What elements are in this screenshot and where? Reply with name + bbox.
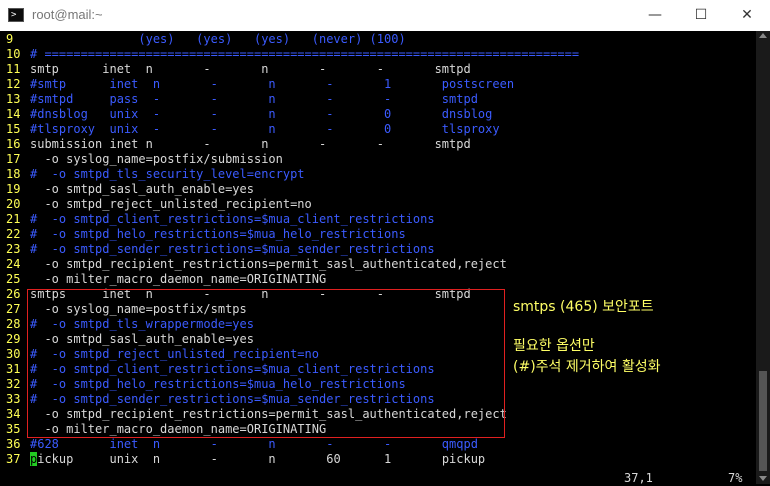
line-text: #628 inet n - n - - qmqpd <box>30 437 478 451</box>
terminal-line: 23 # -o smtpd_sender_restrictions=$mua_se… <box>0 242 756 257</box>
annotation-title: smtps (465) 보안포트 <box>513 299 654 315</box>
line-number: 37 <box>6 452 21 466</box>
terminal-line: 16 submission inet n - n - - smtpd <box>0 137 756 152</box>
terminal-line: 24 -o smtpd_recipient_restrictions=permi… <box>0 257 756 272</box>
vertical-scrollbar[interactable] <box>756 31 770 484</box>
terminal-line: 18 # -o smtpd_tls_security_level=encrypt <box>0 167 756 182</box>
line-number: 20 <box>6 197 21 211</box>
line-number: 19 <box>6 182 21 196</box>
line-number: 15 <box>6 122 21 136</box>
terminal-line: 28 # -o smtpd_tls_wrappermode=yes <box>0 317 756 332</box>
line-number: 30 <box>6 347 21 361</box>
line-text: # -o smtpd_client_restrictions=$mua_clie… <box>30 362 435 376</box>
line-number: 36 <box>6 437 21 451</box>
terminal-content[interactable]: 37,1 7% 9 (yes) (yes) (yes) (never) (100… <box>0 31 756 485</box>
line-number: 10 <box>6 47 21 61</box>
terminal-line: 34 -o smtpd_recipient_restrictions=permi… <box>0 407 756 422</box>
terminal-line: 13 #smtpd pass - - n - - smtpd <box>0 92 756 107</box>
terminal-line: 32 # -o smtpd_helo_restrictions=$mua_helo… <box>0 377 756 392</box>
terminal-line: 21 # -o smtpd_client_restrictions=$mua_cl… <box>0 212 756 227</box>
line-number: 12 <box>6 77 21 91</box>
line-number: 16 <box>6 137 21 151</box>
maximize-button[interactable]: ☐ <box>678 0 724 31</box>
terminal-window: > root@mail:~ — ☐ ✕ 37,1 7% 9 (yes) (yes… <box>0 0 770 485</box>
line-number: 25 <box>6 272 21 286</box>
line-number: 34 <box>6 407 21 421</box>
line-number: 18 <box>6 167 21 181</box>
terminal-line: 37 pickup unix n - n 60 1 pickup <box>0 452 756 467</box>
line-text: #smtpd pass - - n - - smtpd <box>30 92 478 106</box>
line-text: # -o smtpd_sender_restrictions=$mua_send… <box>30 392 435 406</box>
terminal-line: 36 #628 inet n - n - - qmqpd <box>0 437 756 452</box>
line-text: -o smtpd_recipient_restrictions=permit_s… <box>30 407 507 421</box>
line-number: 24 <box>6 257 21 271</box>
line-number: 33 <box>6 392 21 406</box>
terminal-line: 17 -o syslog_name=postfix/submission <box>0 152 756 167</box>
line-number: 21 <box>6 212 21 226</box>
line-number: 35 <box>6 422 21 436</box>
line-text: # -o smtpd_sender_restrictions=$mua_send… <box>30 242 435 256</box>
terminal-line: 33 # -o smtpd_sender_restrictions=$mua_se… <box>0 392 756 407</box>
title-bar[interactable]: > root@mail:~ — ☐ ✕ <box>0 0 770 32</box>
terminal-line: 20 -o smtpd_reject_unlisted_recipient=no <box>0 197 756 212</box>
line-text: # -o smtpd_tls_security_level=encrypt <box>30 167 305 181</box>
terminal-line: 11 smtp inet n - n - - smtpd <box>0 62 756 77</box>
annotation-line-3: (#)주석 제거하여 활성화 <box>513 359 661 375</box>
annotation-line-2: 필요한 옵션만 <box>513 338 595 354</box>
terminal-icon: > <box>8 8 24 22</box>
scroll-up-icon[interactable] <box>759 33 767 38</box>
line-number: 23 <box>6 242 21 256</box>
line-text: # -o smtpd_client_restrictions=$mua_clie… <box>30 212 435 226</box>
line-text: (yes) (yes) (yes) (never) (100) <box>30 32 406 46</box>
line-text: # -o smtpd_reject_unlisted_recipient=no <box>30 347 319 361</box>
minimize-button[interactable]: — <box>632 0 678 31</box>
line-text: -o smtpd_recipient_restrictions=permit_s… <box>30 257 507 271</box>
line-number: 28 <box>6 317 21 331</box>
line-text: smtps inet n - n - - smtpd <box>30 287 471 301</box>
line-text: -o syslog_name=postfix/smtps <box>30 302 247 316</box>
scrollbar-thumb[interactable] <box>759 371 767 471</box>
line-text: # -o smtpd_helo_restrictions=$mua_helo_r… <box>30 227 406 241</box>
line-text: -o smtpd_sasl_auth_enable=yes <box>30 182 254 196</box>
line-number: 31 <box>6 362 21 376</box>
line-number: 29 <box>6 332 21 346</box>
terminal-line: 14 #dnsblog unix - - n - 0 dnsblog <box>0 107 756 122</box>
line-number: 9 <box>6 32 14 46</box>
line-text: -o syslog_name=postfix/submission <box>30 152 283 166</box>
line-text: smtp inet n - n - - smtpd <box>30 62 471 76</box>
line-text: #tlsproxy unix - - n - 0 tlsproxy <box>30 122 500 136</box>
line-number: 32 <box>6 377 21 391</box>
line-text: pickup unix n - n 60 1 pickup <box>30 452 485 467</box>
line-number: 11 <box>6 62 21 76</box>
terminal-line: 15 #tlsproxy unix - - n - 0 tlsproxy <box>0 122 756 137</box>
line-text-rest: ickup unix n - n 60 1 pickup <box>37 452 486 466</box>
scroll-down-icon[interactable] <box>759 476 767 481</box>
line-text: -o smtpd_reject_unlisted_recipient=no <box>30 197 312 211</box>
terminal-line: 19 -o smtpd_sasl_auth_enable=yes <box>0 182 756 197</box>
line-text: -o smtpd_sasl_auth_enable=yes <box>30 332 254 346</box>
window-title: root@mail:~ <box>32 7 103 22</box>
line-number: 14 <box>6 107 21 121</box>
line-text: -o milter_macro_daemon_name=ORIGINATING <box>30 422 327 436</box>
line-number: 17 <box>6 152 21 166</box>
terminal-line: 12 #smtp inet n - n - 1 postscreen <box>0 77 756 92</box>
line-text: # -o smtpd_helo_restrictions=$mua_helo_r… <box>30 377 406 391</box>
line-text: # ======================================… <box>30 47 580 61</box>
terminal-line: 22 # -o smtpd_helo_restrictions=$mua_helo… <box>0 227 756 242</box>
terminal-line: 35 -o milter_macro_daemon_name=ORIGINATI… <box>0 422 756 437</box>
line-number: 13 <box>6 92 21 106</box>
line-number: 26 <box>6 287 21 301</box>
line-text: #smtp inet n - n - 1 postscreen <box>30 77 515 91</box>
line-text: # -o smtpd_tls_wrappermode=yes <box>30 317 254 331</box>
line-text: -o milter_macro_daemon_name=ORIGINATING <box>30 272 327 286</box>
line-text: submission inet n - n - - smtpd <box>30 137 471 151</box>
line-number: 27 <box>6 302 21 316</box>
terminal-line: 25 -o milter_macro_daemon_name=ORIGINATI… <box>0 272 756 287</box>
close-button[interactable]: ✕ <box>724 0 770 31</box>
line-text: #dnsblog unix - - n - 0 dnsblog <box>30 107 493 121</box>
terminal-line: 29 -o smtpd_sasl_auth_enable=yes <box>0 332 756 347</box>
line-number: 22 <box>6 227 21 241</box>
terminal-line: 10 # ====================================… <box>0 47 756 62</box>
terminal-line: 9 (yes) (yes) (yes) (never) (100) <box>0 32 756 47</box>
